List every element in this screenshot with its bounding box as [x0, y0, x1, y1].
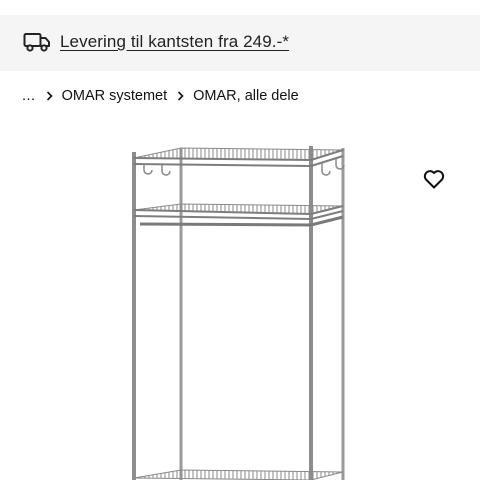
heart-outline-icon [423, 169, 445, 194]
favourite-button[interactable] [418, 166, 450, 196]
breadcrumb-item-omar-alle-dele[interactable]: OMAR, alle dele [193, 88, 299, 104]
wire-shelving-unit-image[interactable] [0, 120, 480, 481]
delivery-banner[interactable]: Levering til kantsten fra 249.-* [0, 15, 480, 71]
delivery-truck-icon [23, 31, 51, 53]
chevron-right-icon [177, 88, 184, 104]
chevron-right-icon [46, 88, 53, 104]
breadcrumb-ellipsis[interactable]: ... [22, 88, 36, 104]
breadcrumb-item-omar-systemet[interactable]: OMAR systemet [62, 88, 168, 104]
breadcrumb: ... OMAR systemet OMAR, alle dele [22, 86, 299, 106]
delivery-link[interactable]: Levering til kantsten fra 249.-* [60, 32, 289, 52]
